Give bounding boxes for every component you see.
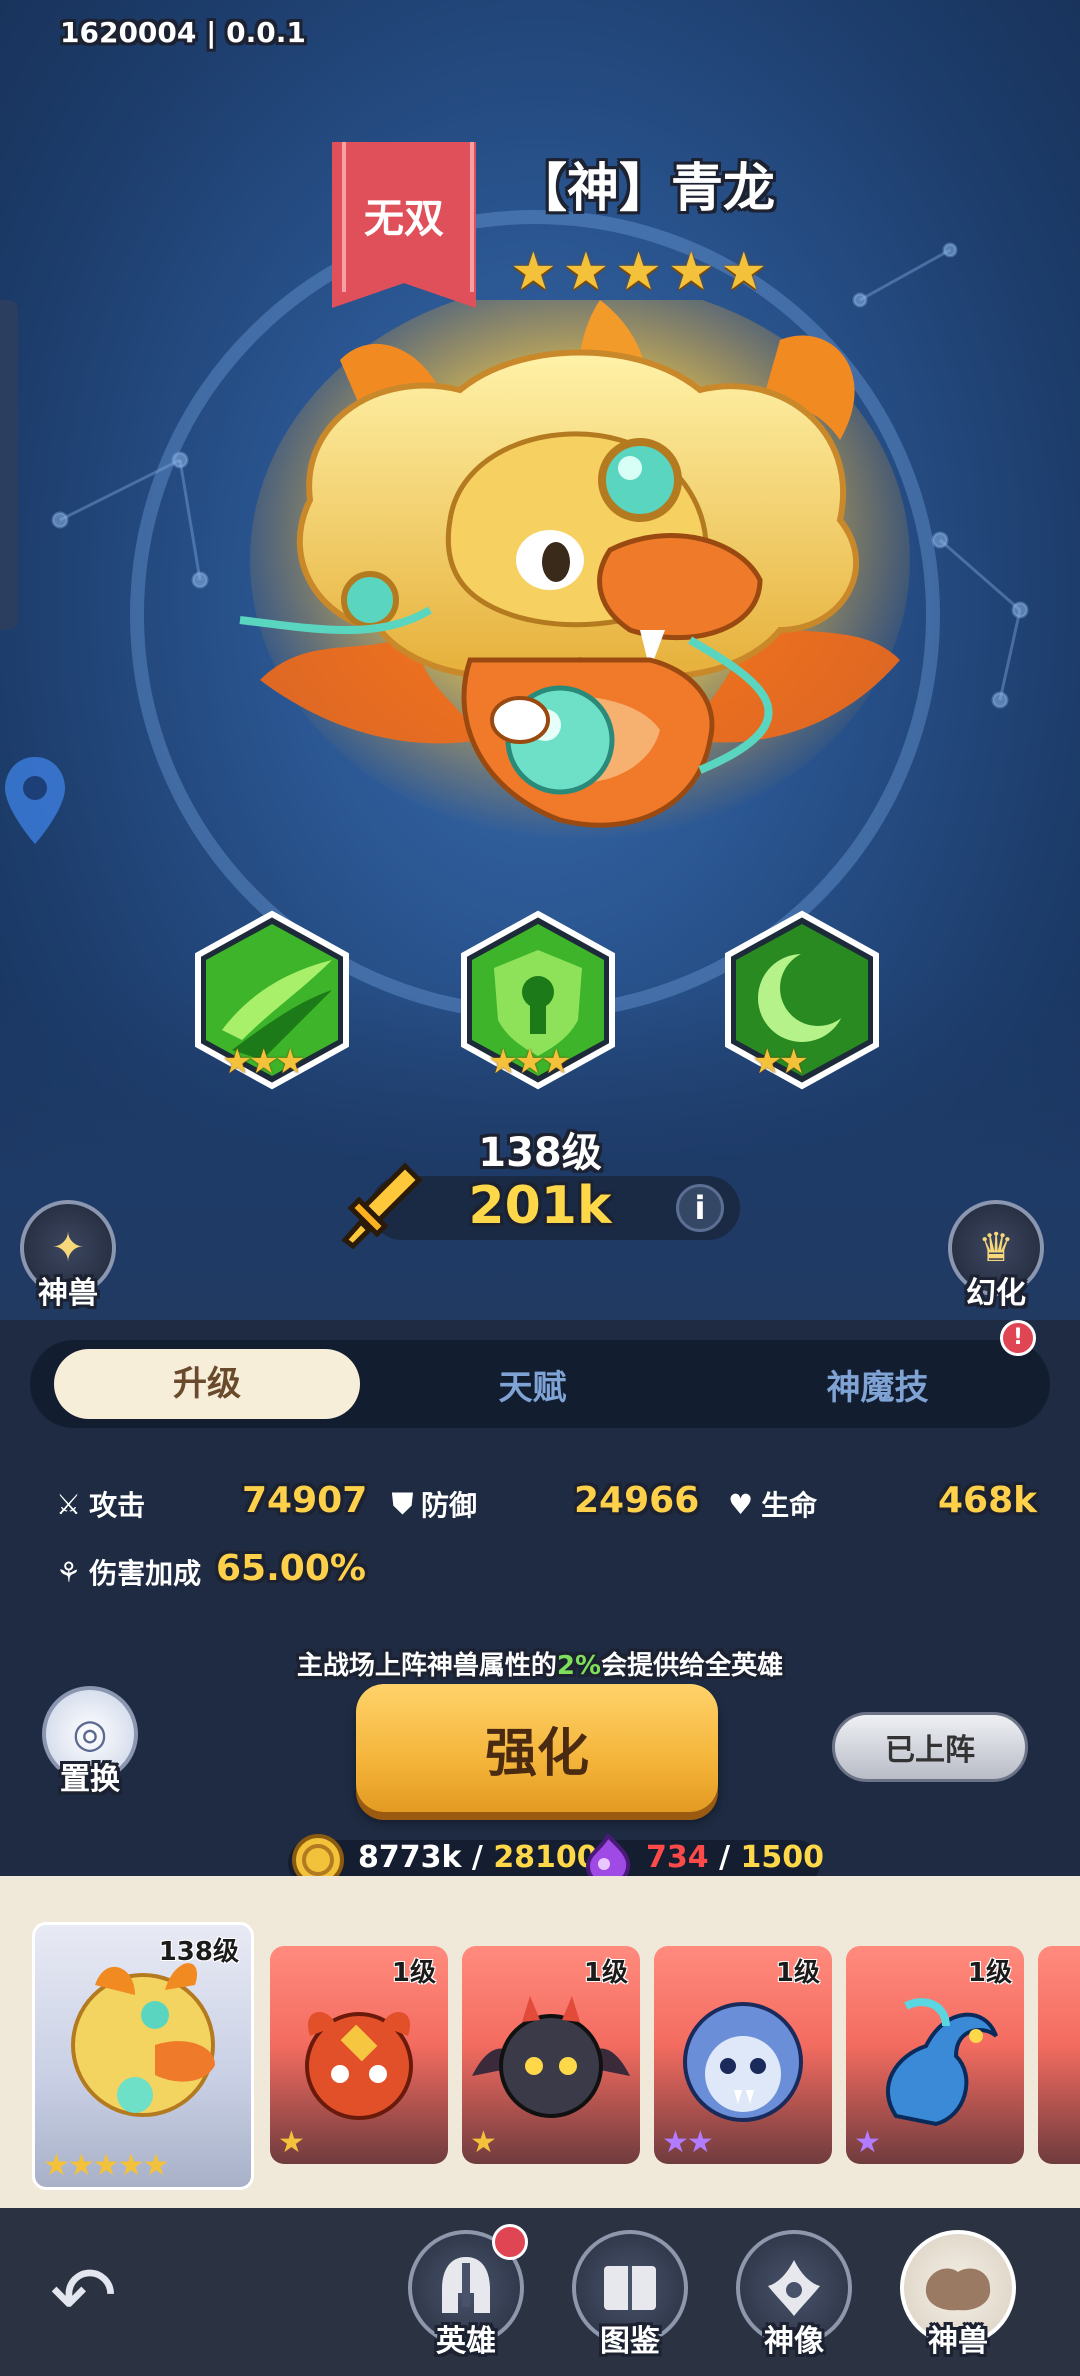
beast-star-rating: ★ ★ ★ ★ ★ xyxy=(510,246,767,298)
shield-icon: ⛊ xyxy=(392,1487,414,1520)
roster-level: 1级 xyxy=(391,1958,436,1988)
hp-label: 生命 xyxy=(761,1489,818,1522)
transform-label: 幻化 xyxy=(966,1276,1026,1311)
blue-lion-thumbnail xyxy=(683,2002,803,2122)
side-drawer-handle[interactable] xyxy=(0,300,18,630)
damage-bonus-icon: ⚘ xyxy=(56,1555,82,1589)
nav-heroes-label: 英雄 xyxy=(436,2324,496,2359)
defense-label: 防御 xyxy=(421,1489,478,1522)
roster-card-blue-serpent[interactable]: 1级 ★ xyxy=(846,1946,1024,2164)
blue-serpent-thumbnail xyxy=(885,1998,998,2127)
roster-card-qinglong[interactable]: 138级 ★★★★★ xyxy=(32,1922,254,2190)
rarity-tag: 无双 xyxy=(364,196,444,242)
upgrade-panel: 升级 天赋 神魔技 ! ⚔ 攻击 74907 ⛊ 防御 24966 ♥ 生命 4… xyxy=(0,1319,1080,1890)
bonus-note-percent: 2% xyxy=(556,1651,602,1681)
beast-name: 【神】青龙 xyxy=(515,159,776,219)
qinglong-thumbnail xyxy=(71,1963,215,2117)
bottom-navigation: ↶ 英雄 图鉴 神像 神兽 xyxy=(0,2208,1080,2376)
defense-stat: ⛊ 防御 xyxy=(392,1484,477,1524)
attack-label: 攻击 xyxy=(89,1489,146,1522)
gold-cost: 8773k / 28100 xyxy=(358,1840,598,1875)
hp-stat: ♥ 生命 xyxy=(728,1484,817,1524)
roster-stars: ★★★★★ xyxy=(43,2148,169,2183)
nav-heroes[interactable]: 英雄 xyxy=(408,2224,528,2370)
bonus-note: 主战场上阵神兽属性的2%会提供给全英雄 xyxy=(0,1645,1080,1682)
gold-sep: / xyxy=(461,1840,494,1875)
beast-level: 138级 xyxy=(478,1130,602,1176)
roster-stars: ★★ xyxy=(662,2125,714,2160)
gold-have: 8773k xyxy=(358,1840,462,1875)
roster-level: 1级 xyxy=(583,1958,628,1988)
nav-codex-label: 图鉴 xyxy=(600,2324,660,2359)
notification-badge: ! xyxy=(1000,1319,1036,1356)
upgrade-button[interactable]: 强化 xyxy=(356,1684,718,1812)
star-icon: ★ xyxy=(562,242,610,302)
essence-cost: 734 / 1500 xyxy=(646,1840,824,1875)
roster-stars: ★ xyxy=(278,2125,305,2160)
attack-value: 74907 xyxy=(242,1480,368,1521)
tab-talent[interactable]: 天赋 xyxy=(360,1360,705,1409)
star-icon: ★ xyxy=(667,242,715,302)
transform-button[interactable]: ♛ 幻化 xyxy=(948,1200,1044,1312)
star-icon: ★ xyxy=(720,242,768,302)
back-arrow-icon[interactable]: ↶ xyxy=(50,2256,117,2336)
beast-roster: 138级 ★★★★★ 1级 ★ 1级 ★ 1级 ★★ 1级 ★ xyxy=(0,1876,1080,2220)
swap-label: 置换 xyxy=(60,1762,120,1797)
essence-need: 1500 xyxy=(740,1840,824,1875)
black-dragon-thumbnail xyxy=(472,1996,630,2118)
version-label: 1620004 | 0.0.1 xyxy=(60,16,306,49)
attack-stat: ⚔ 攻击 xyxy=(56,1484,145,1524)
defense-value: 24966 xyxy=(574,1480,700,1521)
deployed-button[interactable]: 已上阵 xyxy=(832,1712,1028,1782)
essence-sep: / xyxy=(708,1840,741,1875)
star-icon: ★ xyxy=(510,242,557,302)
roster-card-partial[interactable] xyxy=(1038,1946,1080,2164)
damage-bonus-label: 伤害加成 xyxy=(89,1557,202,1590)
attack-icon: ⚔ xyxy=(56,1487,82,1521)
swap-button[interactable]: ◎ 置换 xyxy=(42,1686,138,1798)
beast-menu-label: 神兽 xyxy=(38,1276,98,1311)
notification-badge xyxy=(492,2224,528,2260)
map-pin-icon[interactable] xyxy=(0,752,70,852)
skill-2-stars: ★★★ xyxy=(488,1042,571,1082)
roster-level: 1级 xyxy=(775,1958,820,1988)
tab-divine-skill[interactable]: 神魔技 ! xyxy=(705,1319,1050,1409)
tab-upgrade[interactable]: 升级 xyxy=(54,1349,360,1419)
red-dragon-thumbnail xyxy=(305,2012,413,2120)
roster-stars: ★ xyxy=(854,2125,881,2160)
bonus-note-suffix: 会提供给全英雄 xyxy=(601,1651,784,1681)
roster-level: 1级 xyxy=(967,1958,1012,1988)
info-icon[interactable]: i xyxy=(676,1184,724,1232)
damage-bonus-value: 65.00% xyxy=(216,1548,366,1589)
skill-3[interactable]: ★★ xyxy=(722,910,882,1090)
nav-beasts-label: 神兽 xyxy=(928,2324,988,2359)
skill-3-stars: ★★ xyxy=(752,1042,809,1082)
tab-divine-skill-label: 神魔技 xyxy=(826,1367,929,1408)
bonus-note-text: 主战场上阵神兽属性的 xyxy=(296,1651,557,1681)
roster-stars: ★ xyxy=(470,2125,497,2160)
damage-bonus-stat: ⚘ 伤害加成 xyxy=(56,1552,201,1592)
skill-1[interactable]: ★★★ xyxy=(192,910,352,1090)
beast-menu-button[interactable]: ✦ 神兽 xyxy=(20,1200,116,1312)
roster-card-black-dragon[interactable]: 1级 ★ xyxy=(462,1946,640,2164)
roster-card-blue-lion[interactable]: 1级 ★★ xyxy=(654,1946,832,2164)
panel-tabs: 升级 天赋 神魔技 ! xyxy=(30,1319,1050,1428)
nav-beasts[interactable]: 神兽 xyxy=(900,2230,1016,2370)
heart-icon: ♥ xyxy=(728,1487,754,1521)
nav-statue-label: 神像 xyxy=(764,2324,824,2359)
combat-power-value: 201k xyxy=(468,1176,612,1236)
roster-card-red-dragon[interactable]: 1级 ★ xyxy=(270,1946,448,2164)
qinglong-portrait[interactable] xyxy=(220,300,940,900)
skill-2[interactable]: ★★★ xyxy=(458,910,618,1090)
nav-codex[interactable]: 图鉴 xyxy=(572,2230,688,2370)
essence-have: 734 xyxy=(646,1840,709,1875)
roster-level: 138级 xyxy=(158,1937,239,1967)
rarity-ribbon: 无双 xyxy=(332,142,476,308)
skill-1-stars: ★★★ xyxy=(222,1042,305,1082)
beast-showcase: 1620004 | 0.0.1 无双 【神】青龙 ★ ★ ★ ★ ★ ★★★ ★… xyxy=(0,0,1080,1320)
hp-value: 468k xyxy=(938,1480,1038,1521)
star-icon: ★ xyxy=(615,242,662,302)
nav-statue[interactable]: 神像 xyxy=(736,2230,852,2370)
